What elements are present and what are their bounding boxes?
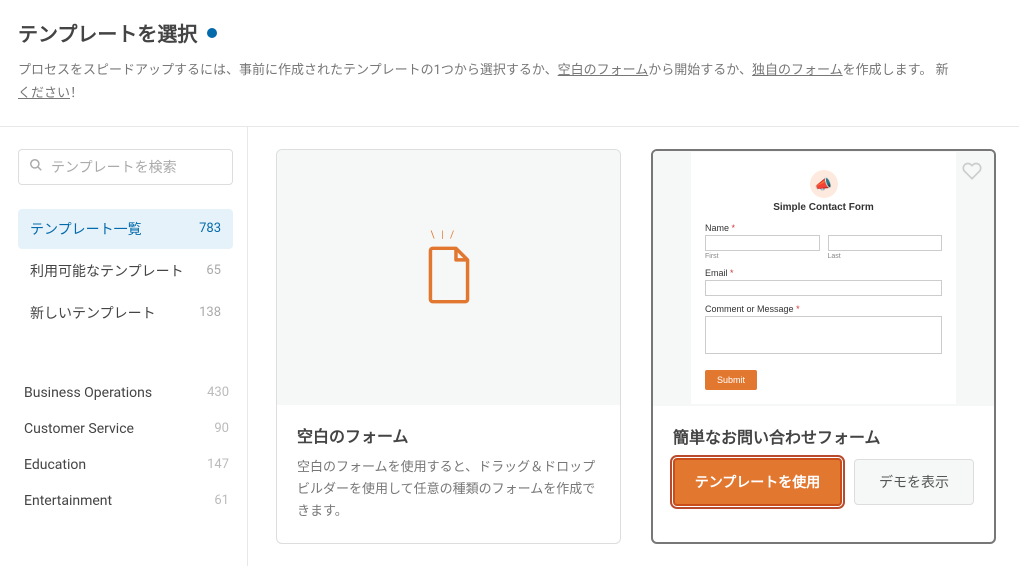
category-business-operations[interactable]: Business Operations 430 (18, 375, 233, 411)
sidebar: テンプレート一覧 783 利用可能なテンプレート 65 新しいテンプレート 13… (0, 127, 248, 566)
category-label: Entertainment (24, 493, 112, 509)
search-input[interactable] (51, 159, 232, 175)
category-entertainment[interactable]: Entertainment 61 (18, 483, 233, 519)
category-label: Business Operations (24, 385, 152, 401)
preview-submit: Submit (705, 370, 757, 390)
use-template-button[interactable]: テンプレートを使用 (673, 458, 842, 506)
nav-item-label: 利用可能なテンプレート (30, 261, 184, 281)
heart-icon[interactable] (962, 161, 982, 186)
blank-file-icon: \ | / (425, 246, 473, 308)
blank-form-link[interactable]: 空白のフォーム (558, 63, 649, 78)
category-label: Customer Service (24, 421, 134, 437)
page-title: テンプレートを選択 (18, 18, 197, 47)
card-preview: \ | / (277, 150, 620, 405)
nav-available-templates[interactable]: 利用可能なテンプレート 65 (18, 251, 233, 291)
card-title: 空白のフォーム (297, 423, 600, 447)
category-count: 61 (214, 493, 229, 508)
view-demo-button[interactable]: デモを表示 (854, 459, 974, 505)
category-education[interactable]: Education 147 (18, 447, 233, 483)
category-count: 147 (207, 457, 229, 472)
megaphone-icon: 📣 (810, 170, 838, 198)
header: テンプレートを選択 プロセスをスピードアップするには、事前に作成されたテンプレー… (0, 0, 1019, 127)
search-icon (29, 158, 43, 176)
template-card-contact[interactable]: 📣 Simple Contact Form Name * First Last … (651, 149, 996, 544)
custom-form-link[interactable]: 独自のフォーム (752, 63, 843, 78)
nav-item-label: テンプレート一覧 (30, 219, 142, 239)
page-subtitle: プロセスをスピードアップするには、事前に作成されたテンプレートの1つから選択する… (18, 59, 1001, 106)
card-title: 簡単なお問い合わせフォーム (673, 424, 974, 448)
nav-item-count: 783 (199, 221, 221, 236)
nav-item-count: 65 (206, 263, 221, 278)
nav-item-count: 138 (199, 305, 221, 320)
preview-title: Simple Contact Form (705, 202, 942, 213)
form-preview: 📣 Simple Contact Form Name * First Last … (691, 152, 956, 404)
nav-all-templates[interactable]: テンプレート一覧 783 (18, 209, 233, 249)
card-preview: 📣 Simple Contact Form Name * First Last … (653, 151, 994, 406)
status-dot-icon (207, 28, 217, 38)
template-card-blank[interactable]: \ | / 空白のフォーム 空白のフォームを使用すると、ドラッグ＆ドロップビルダ… (276, 149, 621, 544)
help-link[interactable]: ください (18, 86, 70, 101)
category-count: 90 (214, 421, 229, 436)
nav-item-label: 新しいテンプレート (30, 303, 156, 323)
content: \ | / 空白のフォーム 空白のフォームを使用すると、ドラッグ＆ドロップビルダ… (248, 127, 1019, 566)
category-customer-service[interactable]: Customer Service 90 (18, 411, 233, 447)
nav-new-templates[interactable]: 新しいテンプレート 138 (18, 293, 233, 333)
category-count: 430 (207, 385, 229, 400)
search-wrap[interactable] (18, 149, 233, 185)
category-label: Education (24, 457, 86, 473)
card-description: 空白のフォームを使用すると、ドラッグ＆ドロップビルダーを使用して任意の種類のフォ… (297, 457, 600, 523)
